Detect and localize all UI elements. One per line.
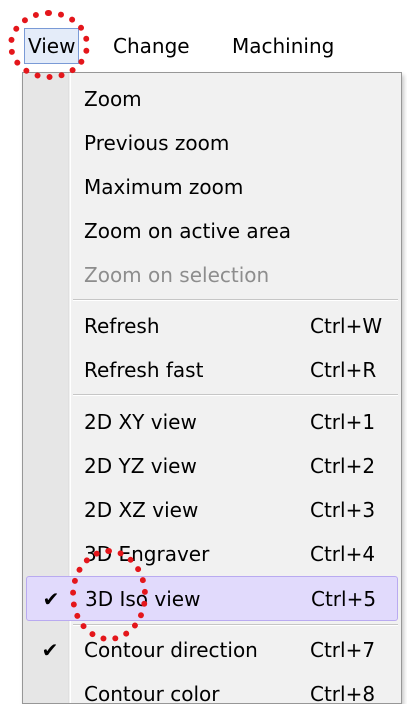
- menu-item-shortcut: Ctrl+W: [310, 314, 383, 338]
- menu-item-refresh-fast[interactable]: Refresh fast Ctrl+R: [26, 348, 398, 393]
- menu-separator: [73, 299, 398, 301]
- menu-item-label: Maximum zoom: [84, 175, 244, 199]
- menu-item-label: Contour color: [84, 682, 220, 704]
- menu-machining[interactable]: Machining: [232, 28, 334, 64]
- menu-item-shortcut: Ctrl+8: [310, 682, 376, 704]
- menu-item-label: Previous zoom: [84, 131, 230, 155]
- menu-item-zoom[interactable]: Zoom: [26, 77, 398, 122]
- menu-item-previous-zoom[interactable]: Previous zoom: [26, 121, 398, 166]
- screenshot: View Change Machining Zoom Previous zoom…: [0, 0, 407, 704]
- menu-item-shortcut: Ctrl+R: [310, 358, 377, 382]
- menu-item-2d-xz-view[interactable]: 2D XZ view Ctrl+3: [26, 488, 398, 533]
- menu-item-zoom-on-active-area[interactable]: Zoom on active area: [26, 209, 398, 254]
- menu-item-contour-color[interactable]: Contour color Ctrl+8: [26, 672, 398, 704]
- menu-item-shortcut: Ctrl+7: [310, 638, 376, 662]
- menu-item-shortcut: Ctrl+3: [310, 498, 376, 522]
- menu-separator: [73, 394, 398, 396]
- menu-item-label: Zoom on selection: [84, 263, 270, 287]
- menu-item-label: 2D YZ view: [84, 454, 197, 478]
- checkmark-icon: ✔: [41, 638, 59, 662]
- menu-item-maximum-zoom[interactable]: Maximum zoom: [26, 165, 398, 210]
- menu-item-shortcut: Ctrl+1: [310, 410, 376, 434]
- menu-item-label: Refresh: [84, 314, 160, 338]
- menu-item-shortcut: Ctrl+5: [311, 587, 377, 611]
- menu-item-label: 2D XZ view: [84, 498, 199, 522]
- menu-item-refresh[interactable]: Refresh Ctrl+W: [26, 304, 398, 349]
- annotation-circle-3d-iso-view: [70, 548, 148, 642]
- menu-item-label: 2D XY view: [84, 410, 197, 434]
- menu-item-shortcut: Ctrl+4: [310, 542, 376, 566]
- menu-item-label: Zoom: [84, 87, 142, 111]
- menu-change[interactable]: Change: [113, 28, 190, 64]
- menu-item-2d-xy-view[interactable]: 2D XY view Ctrl+1: [26, 400, 398, 445]
- annotation-circle-view-menu: [8, 10, 90, 80]
- menu-item-shortcut: Ctrl+2: [310, 454, 376, 478]
- menu-item-label: Zoom on active area: [84, 219, 292, 243]
- menu-item-contour-direction[interactable]: ✔ Contour direction Ctrl+7: [26, 628, 398, 673]
- menu-item-2d-yz-view[interactable]: 2D YZ view Ctrl+2: [26, 444, 398, 489]
- checkmark-icon: ✔: [42, 587, 60, 611]
- menu-item-zoom-on-selection: Zoom on selection: [26, 253, 398, 298]
- menu-item-label: Refresh fast: [84, 358, 204, 382]
